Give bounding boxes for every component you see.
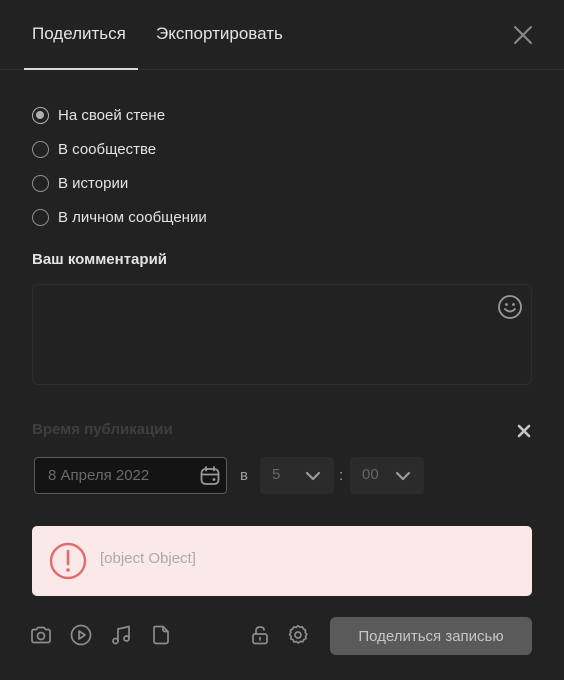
date-value: 8 Апреля 2022 (48, 467, 150, 484)
minute-select[interactable]: 00 (350, 457, 424, 494)
radio-private-message[interactable]: В личном сообщении (32, 206, 292, 228)
attach-photo-button[interactable] (29, 623, 53, 647)
chevron-down-icon (395, 471, 411, 481)
share-dialog: Поделиться Экспортировать На своей стене… (0, 0, 564, 680)
radio-own-wall[interactable]: На своей стене (32, 104, 292, 126)
attach-document-button[interactable] (149, 623, 173, 647)
music-icon (112, 625, 130, 645)
lock-icon (252, 626, 268, 645)
radio-label: В сообществе (58, 140, 157, 158)
publish-time-label: Время публикации (32, 421, 173, 438)
settings-button[interactable] (286, 623, 310, 647)
tab-bar: Поделиться Экспортировать (0, 0, 564, 70)
active-tab-indicator (24, 68, 138, 70)
settings-icon (288, 624, 308, 644)
radio-label: В личном сообщении (58, 208, 207, 226)
radio-label: На своей стене (58, 106, 166, 124)
publish-time-clear-button[interactable] (516, 423, 532, 439)
error-message: [object Object] (100, 550, 196, 567)
emoji-button[interactable] (497, 294, 523, 320)
at-label: в (240, 467, 248, 484)
chevron-down-icon (305, 471, 321, 481)
comment-input[interactable] (43, 295, 483, 375)
error-banner: [object Object] (32, 526, 532, 596)
document-icon (153, 625, 169, 645)
hour-value: 5 (272, 466, 281, 483)
radio-community[interactable]: В сообществе (32, 138, 292, 160)
radio-checked-icon (32, 106, 49, 124)
radio-story[interactable]: В истории (32, 172, 292, 194)
close-icon (514, 26, 532, 44)
attach-video-button[interactable] (69, 623, 93, 647)
video-icon (70, 624, 92, 646)
privacy-button[interactable] (248, 623, 272, 647)
camera-icon (31, 626, 51, 644)
date-field[interactable]: 8 Апреля 2022 (34, 457, 227, 494)
warning-icon (49, 542, 87, 580)
tab-share[interactable]: Поделиться (32, 0, 126, 70)
calendar-icon (200, 466, 220, 485)
comment-box (32, 284, 532, 385)
radio-label: В истории (58, 174, 129, 192)
minute-value: 00 (362, 466, 379, 483)
close-icon (517, 424, 531, 438)
smile-icon (498, 295, 522, 319)
tab-export[interactable]: Экспортировать (156, 0, 283, 70)
attach-music-button[interactable] (109, 623, 133, 647)
comment-label: Ваш комментарий (32, 251, 168, 268)
hour-select[interactable]: 5 (260, 457, 334, 494)
radio-unchecked-icon (32, 174, 49, 192)
close-button[interactable] (510, 22, 536, 48)
radio-unchecked-icon (32, 208, 49, 226)
share-post-button[interactable]: Поделиться записью (330, 617, 532, 655)
time-separator: : (339, 467, 344, 484)
radio-unchecked-icon (32, 140, 49, 158)
